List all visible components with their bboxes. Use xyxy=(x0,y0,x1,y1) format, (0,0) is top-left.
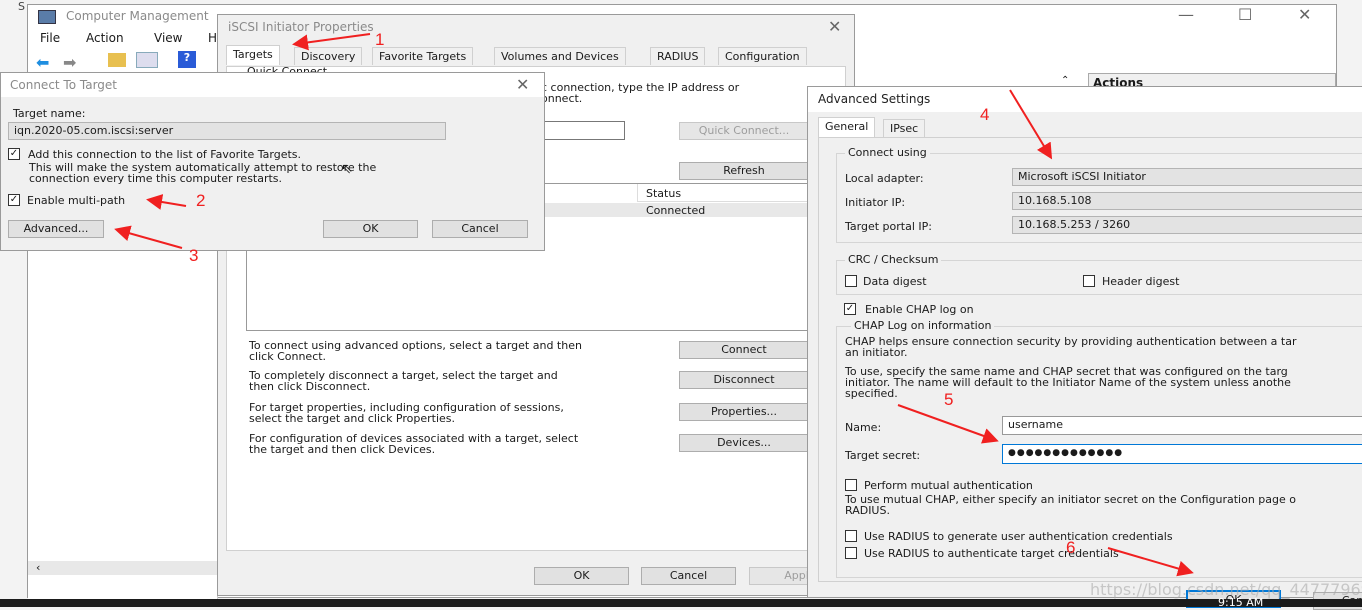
arrow-3 xyxy=(114,225,183,249)
arrow-2 xyxy=(146,194,187,210)
annotation-2: 2 xyxy=(196,191,206,210)
arrow-6 xyxy=(1107,547,1194,577)
annotation-4: 4 xyxy=(980,105,990,124)
annotation-5: 5 xyxy=(944,390,954,409)
arrow-1 xyxy=(292,33,371,51)
arrow-4 xyxy=(1009,89,1053,160)
annotation-arrows xyxy=(114,33,1194,577)
annotation-1: 1 xyxy=(375,30,385,49)
annotation-3: 3 xyxy=(189,246,199,265)
arrow-5 xyxy=(897,404,999,444)
annotation-6: 6 xyxy=(1066,538,1076,557)
